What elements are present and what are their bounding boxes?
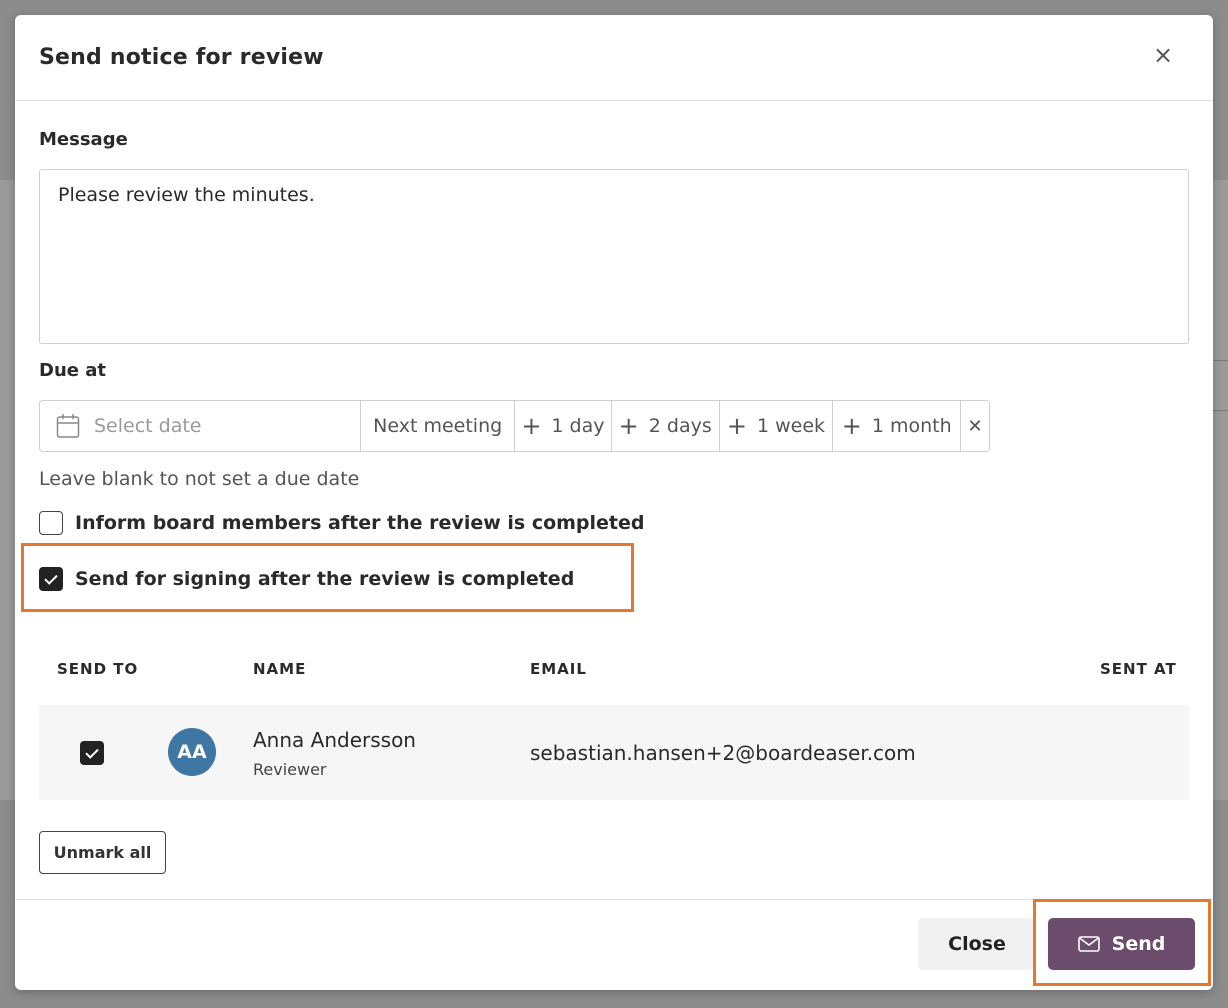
inform-members-label: Inform board members after the review is… (75, 512, 645, 534)
mail-icon (1077, 936, 1100, 952)
plus-icon: + (841, 412, 862, 440)
calendar-icon (56, 414, 80, 438)
inform-members-checkbox[interactable] (39, 511, 63, 535)
header-send-to: SEND TO (57, 660, 139, 678)
quick-1-day-button[interactable]: + 1 day (515, 401, 612, 451)
quick-1-month-button[interactable]: + 1 month (833, 401, 962, 451)
recipient-role: Reviewer (253, 760, 327, 779)
recipient-checkbox[interactable] (80, 741, 104, 765)
plus-icon: + (618, 412, 639, 440)
quick-option-label: 1 day (551, 415, 605, 437)
close-button[interactable]: Close (918, 918, 1036, 970)
quick-2-days-button[interactable]: + 2 days (612, 401, 720, 451)
send-notice-dialog: Send notice for review × Message Please … (15, 15, 1213, 990)
plus-icon: + (521, 412, 542, 440)
footer-divider (15, 899, 1213, 900)
send-for-signing-checkbox[interactable] (39, 567, 63, 591)
avatar: AA (168, 728, 216, 776)
plus-icon: + (726, 412, 747, 440)
send-button[interactable]: Send (1048, 918, 1195, 970)
header-sent-at: SENT AT (1100, 660, 1177, 678)
dialog-header: Send notice for review × (15, 15, 1213, 101)
quick-option-label: 2 days (648, 415, 712, 437)
quick-option-label: Next meeting (373, 415, 503, 437)
unmark-all-button[interactable]: Unmark all (39, 831, 166, 874)
send-for-signing-label: Send for signing after the review is com… (75, 568, 575, 590)
background-panel-left (0, 180, 15, 800)
due-date-group: Select date Next meeting + 1 day + 2 day… (39, 400, 990, 452)
due-at-label: Due at (39, 360, 106, 381)
quick-option-label: 1 month (871, 415, 952, 437)
clear-due-date-button[interactable]: ✕ (961, 401, 989, 451)
message-textarea[interactable]: Please review the minutes. (39, 169, 1189, 344)
message-label: Message (39, 129, 128, 150)
dialog-title: Send notice for review (39, 45, 324, 70)
header-name: NAME (253, 660, 307, 678)
send-for-signing-option[interactable]: Send for signing after the review is com… (39, 567, 574, 591)
quick-next-meeting-button[interactable]: Next meeting (361, 401, 516, 451)
background-divider (1213, 410, 1228, 411)
inform-members-option[interactable]: Inform board members after the review is… (39, 511, 645, 535)
background-panel-right (1213, 180, 1228, 800)
header-email: EMAIL (530, 660, 587, 678)
quick-option-label: 1 week (756, 415, 826, 437)
clear-icon: ✕ (967, 415, 983, 437)
background-divider (1213, 360, 1228, 361)
date-input[interactable]: Select date (40, 401, 362, 451)
recipient-email: sebastian.hansen+2@boardeaser.com (530, 741, 916, 765)
close-icon[interactable]: × (1151, 43, 1175, 67)
date-placeholder: Select date (94, 415, 202, 437)
due-date-hint: Leave blank to not set a due date (39, 468, 360, 490)
send-button-label: Send (1111, 933, 1166, 955)
recipient-name: Anna Andersson (253, 728, 416, 752)
quick-1-week-button[interactable]: + 1 week (720, 401, 834, 451)
